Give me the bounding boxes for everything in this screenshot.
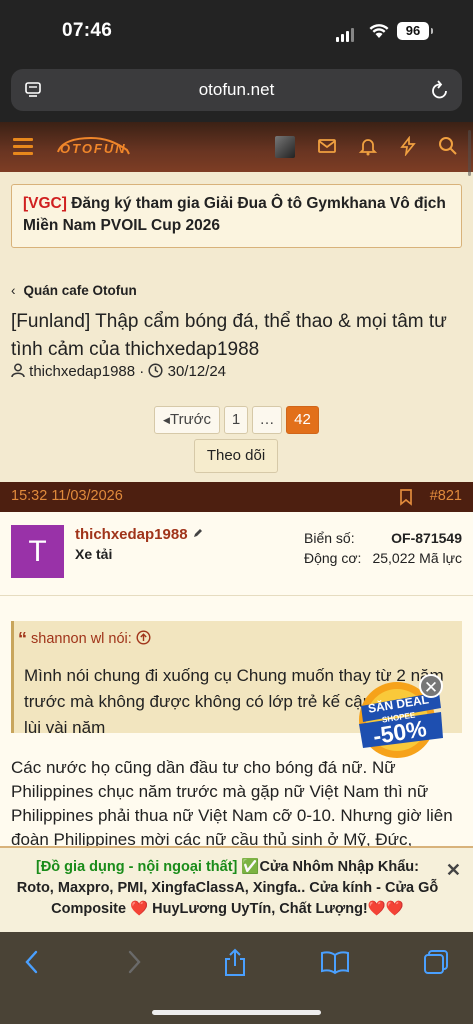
- breadcrumb-forum-link[interactable]: Quán cafe Otofun: [24, 283, 137, 298]
- bookmark-icon[interactable]: [399, 489, 413, 506]
- shopee-promo-badge[interactable]: SĂN DEAL SHOPEE -50% ✕: [355, 672, 449, 760]
- battery-indicator: 96: [397, 22, 433, 40]
- reload-icon[interactable]: [430, 79, 450, 101]
- caret-left-icon: ◀: [163, 415, 170, 425]
- bottom-ad-banner[interactable]: [Đồ gia dụng - nội ngoại thất] ✅Cửa Nhôm…: [0, 846, 473, 932]
- thread-date[interactable]: 30/12/24: [168, 363, 226, 380]
- pagination: ◀Trước 1 … 42: [0, 406, 473, 434]
- thread-author[interactable]: thichxedap1988: [29, 363, 135, 380]
- post-datetime[interactable]: 15:32 11/03/2026: [11, 488, 123, 504]
- search-icon[interactable]: [438, 136, 458, 156]
- pagination-prev-button[interactable]: ◀Trước: [154, 406, 220, 434]
- site-header: OTOFUN: [0, 122, 473, 172]
- post-number[interactable]: #821: [430, 488, 462, 504]
- pagination-page-1[interactable]: 1: [224, 406, 248, 434]
- stat-value-plate: OF-871549: [391, 530, 462, 546]
- status-bar: 07:46 96: [0, 0, 473, 62]
- arrow-up-circle-icon[interactable]: [136, 630, 151, 645]
- home-indicator: [152, 1010, 321, 1015]
- ad-close-button[interactable]: ✕: [446, 860, 461, 881]
- wifi-icon: [369, 24, 389, 38]
- page-scrollbar[interactable]: [468, 130, 471, 176]
- tabs-icon[interactable]: [422, 948, 450, 976]
- thread-meta: thichxedap1988 · 30/12/24: [11, 363, 226, 380]
- ad-category[interactable]: [Đồ gia dụng - nội ngoại thất]: [36, 859, 237, 875]
- pencil-icon: [193, 529, 202, 537]
- username-text[interactable]: thichxedap1988: [75, 526, 188, 543]
- bell-icon[interactable]: [358, 136, 378, 156]
- stat-label-plate: Biển số:: [304, 530, 355, 546]
- inbox-icon[interactable]: [317, 136, 337, 156]
- hamburger-menu-icon[interactable]: [13, 138, 33, 159]
- avatar[interactable]: T: [11, 525, 64, 578]
- cellular-signal-icon: [336, 24, 356, 42]
- bookmarks-icon[interactable]: [320, 948, 350, 976]
- post-header-bar: 15:32 11/03/2026 #821: [0, 482, 473, 512]
- forward-icon[interactable]: [124, 948, 144, 976]
- thread-title: [Funland] Thập cẩm bóng đá, thể thao & m…: [11, 311, 447, 360]
- user-icon: [11, 363, 25, 378]
- promo-close-button[interactable]: ✕: [419, 674, 443, 698]
- stat-value-engine: 25,022 Mã lực: [372, 550, 462, 566]
- quote-header[interactable]: “ shannon wl nói:: [18, 629, 151, 650]
- user-avatar-small[interactable]: [275, 136, 295, 158]
- address-bar[interactable]: otofun.net: [11, 69, 462, 111]
- prev-label: Trước: [169, 411, 211, 428]
- post-username[interactable]: thichxedap1988: [75, 526, 204, 543]
- post-author-block: T thichxedap1988 Xe tải Biển số: OF-8715…: [0, 512, 473, 596]
- lightning-icon[interactable]: [398, 136, 418, 156]
- back-icon[interactable]: [22, 948, 42, 976]
- breadcrumb[interactable]: ‹ Quán cafe Otofun: [11, 283, 137, 298]
- announcement-notice[interactable]: [VGC] Đăng ký tham gia Giải Đua Ô tô Gym…: [11, 184, 462, 248]
- browser-chrome: otofun.net: [0, 62, 473, 122]
- stat-label-engine: Động cơ:: [304, 550, 362, 566]
- chevron-left-icon: ‹: [11, 283, 16, 298]
- pagination-current-page[interactable]: 42: [286, 406, 319, 434]
- quote-author[interactable]: shannon wl nói:: [31, 631, 132, 647]
- post-content: Các nước họ cũng dần đầu tư cho bóng đá …: [11, 758, 453, 849]
- quote-mark-icon: “: [18, 629, 27, 649]
- pagination-ellipsis[interactable]: …: [252, 406, 282, 434]
- user-role: Xe tải: [75, 546, 113, 562]
- url-text[interactable]: otofun.net: [11, 80, 462, 100]
- meta-separator: ·: [139, 363, 149, 380]
- follow-button[interactable]: Theo dõi: [194, 439, 278, 473]
- status-time: 07:46: [62, 20, 113, 41]
- notice-tag: [VGC]: [23, 195, 67, 212]
- notice-text[interactable]: Đăng ký tham gia Giải Đua Ô tô Gymkhana …: [23, 195, 446, 234]
- share-icon[interactable]: [222, 948, 248, 978]
- site-logo[interactable]: OTOFUN: [60, 141, 127, 156]
- clock-icon: [148, 363, 164, 378]
